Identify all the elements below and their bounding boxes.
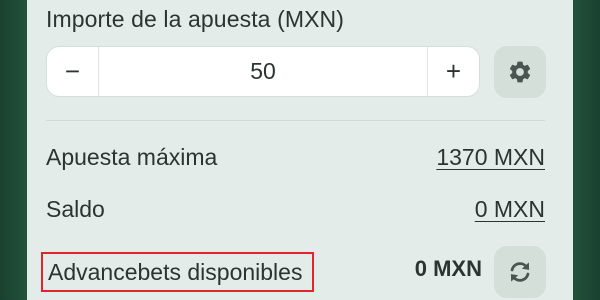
settings-button[interactable]	[494, 46, 546, 98]
balance-value-link[interactable]: 0 MXN	[475, 196, 545, 223]
advancebets-label-text: Advancebets disponibles	[48, 258, 303, 285]
bet-panel: Importe de la apuesta (MXN) − + Apuesta …	[27, 0, 573, 300]
refresh-button[interactable]	[494, 246, 546, 298]
left-frame-edge	[0, 0, 27, 300]
decrement-button[interactable]: −	[47, 47, 99, 96]
bet-amount-stepper: − +	[46, 46, 480, 97]
refresh-icon	[510, 262, 530, 282]
balance-label: Saldo	[46, 196, 105, 222]
section-divider	[46, 120, 545, 121]
bet-amount-label: Importe de la apuesta (MXN)	[46, 6, 344, 32]
gear-icon	[509, 61, 531, 83]
advancebets-value: 0 MXN	[414, 256, 482, 281]
bet-amount-input[interactable]	[99, 47, 427, 96]
increment-button[interactable]: +	[427, 47, 479, 96]
right-frame-edge	[573, 0, 600, 300]
max-bet-value-link[interactable]: 1370 MXN	[436, 144, 545, 171]
max-bet-label: Apuesta máxima	[46, 144, 218, 170]
advancebets-label: Advancebets disponibles	[41, 252, 315, 292]
